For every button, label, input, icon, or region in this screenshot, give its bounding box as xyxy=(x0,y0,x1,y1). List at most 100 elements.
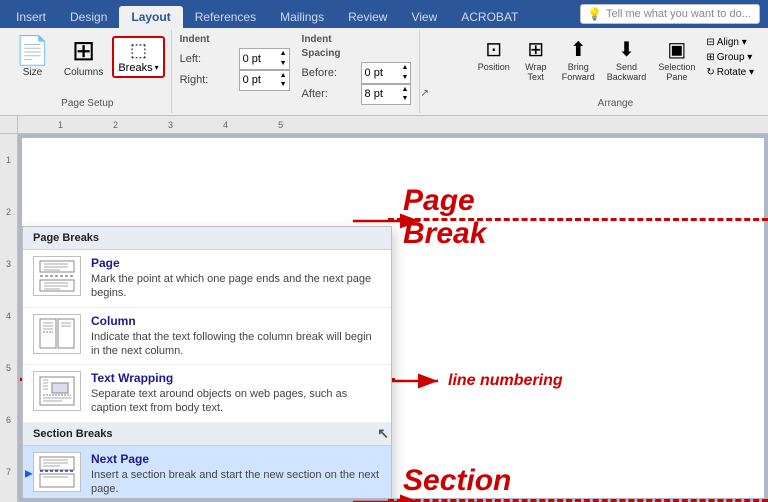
tab-acrobat[interactable]: ACROBAT xyxy=(449,6,530,28)
indent-left-row: Left: ▲ ▼ xyxy=(180,48,290,70)
breaks-icon: ⬚ xyxy=(130,40,147,62)
position-button[interactable]: ⊡ Position xyxy=(473,34,515,75)
breaks-button[interactable]: ⬚ Breaks ▾ xyxy=(112,36,164,78)
content-area: 1 2 3 4 5 Page Breaks xyxy=(18,116,768,502)
vertical-ruler: 1 2 3 4 5 6 7 xyxy=(0,116,18,502)
rotate-icon: ↻ xyxy=(706,67,714,78)
wrap-text-icon: ⊞ xyxy=(527,37,544,62)
horizontal-ruler: 1 2 3 4 5 xyxy=(18,116,768,134)
indent-left-input[interactable] xyxy=(240,49,278,69)
tab-review[interactable]: Review xyxy=(336,6,399,28)
expand-icon[interactable]: ↗ xyxy=(420,88,428,99)
group-button[interactable]: ⊞ Group ▾ xyxy=(702,51,758,64)
spacing-before-row: Before: ▲ ▼ xyxy=(302,62,412,84)
size-label: Size xyxy=(23,67,42,78)
spacing-after-up[interactable]: ▲ xyxy=(400,85,411,95)
arrange-buttons: ⊡ Position ⊞ Wrap Text ⬆ Bring Forward ⬇… xyxy=(473,34,758,98)
indent-left-up[interactable]: ▲ xyxy=(278,49,289,59)
spacing-before-input[interactable] xyxy=(362,63,400,83)
ruler-h-5: 5 xyxy=(278,120,283,130)
tell-me-box[interactable]: 💡 Tell me what you want to do... xyxy=(580,4,760,24)
selection-pane-button[interactable]: ▣ Selection Pane xyxy=(653,34,700,85)
next-page-desc: Insert a section break and start the new… xyxy=(91,468,381,497)
indent-right-up[interactable]: ▲ xyxy=(278,71,289,81)
ruler-numbers: 1 2 3 4 5 6 7 xyxy=(0,134,17,498)
menu-item-text-wrapping[interactable]: Text Wrapping Separate text around objec… xyxy=(23,365,391,423)
spacing-section: Indent Spacing Before: ▲ ▼ Aft xyxy=(302,34,412,105)
spacing-before-label: Before: xyxy=(302,67,357,79)
text-wrapping-desc: Separate text around objects on web page… xyxy=(91,387,381,416)
ruler-num-3: 3 xyxy=(0,238,17,290)
breaks-dropdown-arrow: ▾ xyxy=(155,63,159,72)
menu-item-next-page[interactable]: ▶ Next Page Insert a section break and s… xyxy=(23,446,391,498)
breaks-label: Breaks ▾ xyxy=(118,62,158,74)
menu-item-page[interactable]: Page Mark the point at which one page en… xyxy=(23,250,391,308)
spacing-after-label: After: xyxy=(302,88,357,100)
size-icon: 📄 xyxy=(15,37,50,65)
document-background: Page Breaks Page Mark the point at which… xyxy=(18,134,768,502)
document-page: Page Breaks Page Mark the point at which… xyxy=(22,138,764,498)
spacing-before-spinner[interactable]: ▲ ▼ xyxy=(361,62,412,84)
send-backward-label: Send Backward xyxy=(607,62,647,82)
paragraph-expand[interactable]: ↗ xyxy=(420,30,436,113)
column-break-title: Column xyxy=(91,314,381,328)
tab-layout[interactable]: Layout xyxy=(119,6,182,28)
wrap-text-button[interactable]: ⊞ Wrap Text xyxy=(517,34,555,85)
menu-item-column[interactable]: Column Indicate that the text following … xyxy=(23,308,391,366)
indent-right-spinner[interactable]: ▲ ▼ xyxy=(239,70,290,92)
group-page-setup: 📄 Size ⊞ Columns ⬚ Breaks ▾ Page Setup xyxy=(4,30,172,113)
tab-mailings[interactable]: Mailings xyxy=(268,6,336,28)
spacing-before-down[interactable]: ▼ xyxy=(400,73,411,83)
group-indent-spacing: Indent Left: ▲ ▼ Right: xyxy=(172,30,421,113)
spacing-label: Indent xyxy=(302,34,412,45)
spacing-after-row: After: ▲ ▼ xyxy=(302,84,412,106)
indent-right-down[interactable]: ▼ xyxy=(278,80,289,90)
spacing-before-up[interactable]: ▲ xyxy=(400,63,411,73)
ruler-num-2: 2 xyxy=(0,186,17,238)
ribbon-content: 📄 Size ⊞ Columns ⬚ Breaks ▾ Page Setup xyxy=(0,28,768,116)
next-page-arrow: ▶ xyxy=(25,469,33,480)
align-button[interactable]: ⊟ Align ▾ xyxy=(702,36,758,49)
spacing-after-down[interactable]: ▼ xyxy=(400,94,411,104)
page-breaks-header: Page Breaks xyxy=(23,227,391,250)
tab-view[interactable]: View xyxy=(399,6,449,28)
ribbon: Insert Design Layout References Mailings… xyxy=(0,0,768,116)
indent-left-spinner[interactable]: ▲ ▼ xyxy=(239,48,290,70)
send-backward-button[interactable]: ⬇ Send Backward xyxy=(602,34,652,85)
align-group-buttons: ⊟ Align ▾ ⊞ Group ▾ ↻ Rotate ▾ xyxy=(702,36,758,79)
spacing-after-input[interactable] xyxy=(362,85,400,105)
indent-left-label: Left: xyxy=(180,53,235,65)
columns-button[interactable]: ⊞ Columns xyxy=(59,34,108,81)
indent-left-down[interactable]: ▼ xyxy=(278,59,289,69)
bring-forward-button[interactable]: ⬆ Bring Forward xyxy=(557,34,600,85)
text-wrapping-icon xyxy=(33,371,81,411)
indent-label: Indent xyxy=(180,34,290,45)
rotate-button[interactable]: ↻ Rotate ▾ xyxy=(702,66,758,79)
tell-me-text: Tell me what you want to do... xyxy=(606,8,751,20)
page-break-content: Page Mark the point at which one page en… xyxy=(91,256,381,301)
spacing-after-spinner[interactable]: ▲ ▼ xyxy=(361,84,412,106)
next-page-title: Next Page xyxy=(91,452,381,466)
next-page-content: Next Page Insert a section break and sta… xyxy=(91,452,381,497)
position-icon: ⊡ xyxy=(485,37,502,62)
indent-right-label: Right: xyxy=(180,74,235,86)
group-label: Group ▾ xyxy=(717,52,753,63)
columns-icon: ⊞ xyxy=(72,37,95,65)
tab-references[interactable]: References xyxy=(183,6,268,28)
ruler-num-7: 7 xyxy=(0,446,17,498)
ruler-h-4: 4 xyxy=(223,120,228,130)
column-break-content: Column Indicate that the text following … xyxy=(91,314,381,359)
indent-section: Indent Left: ▲ ▼ Right: xyxy=(180,34,290,105)
ruler-h-3: 3 xyxy=(168,120,173,130)
indent-right-input[interactable] xyxy=(240,71,278,91)
main-area: 1 2 3 4 5 6 7 1 2 3 4 5 xyxy=(0,116,768,502)
tab-design[interactable]: Design xyxy=(58,6,119,28)
size-button[interactable]: 📄 Size xyxy=(10,34,55,81)
indent-right-row: Right: ▲ ▼ xyxy=(180,70,290,92)
page-setup-label: Page Setup xyxy=(61,96,113,109)
tab-insert[interactable]: Insert xyxy=(4,6,58,28)
next-page-icon xyxy=(33,452,81,492)
page-break-icon xyxy=(33,256,81,296)
page-setup-buttons: 📄 Size ⊞ Columns ⬚ Breaks ▾ xyxy=(10,34,165,81)
text-wrapping-content: Text Wrapping Separate text around objec… xyxy=(91,371,381,416)
